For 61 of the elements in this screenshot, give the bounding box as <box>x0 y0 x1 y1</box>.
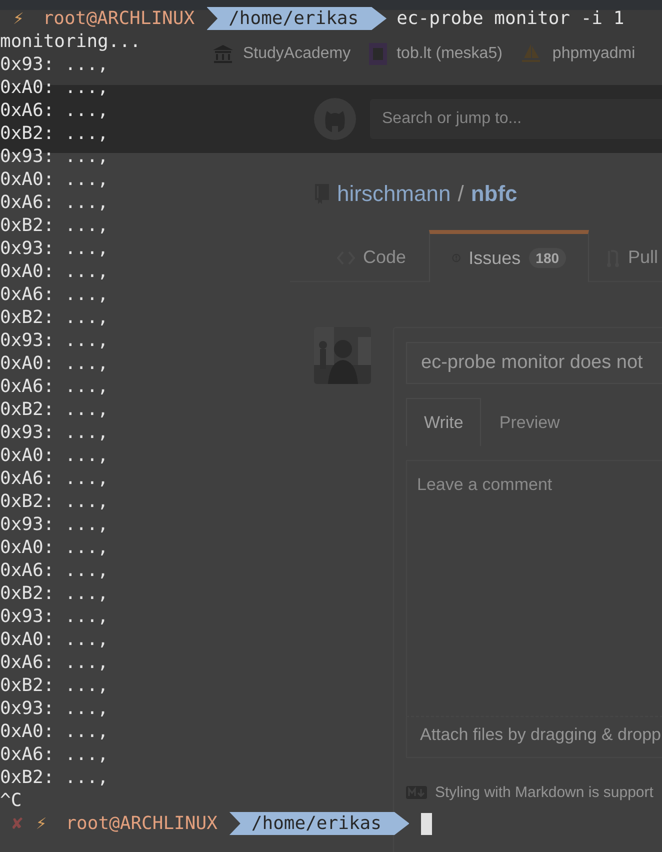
bookmark-link[interactable]: StudyAcademy <box>243 44 351 62</box>
prompt-user: root@ARCHLINUX <box>66 812 218 835</box>
output-line: 0xB2: ..., <box>0 766 108 789</box>
output-line: 0xB2: ..., <box>0 398 108 421</box>
output-line: 0xA6: ..., <box>0 467 108 490</box>
prompt-symbol: ⚡ <box>13 7 24 30</box>
output-line: 0xA6: ..., <box>0 743 108 766</box>
repo-tab[interactable]: Pull <box>589 230 660 281</box>
issue-count: 180 <box>528 248 566 268</box>
output-line: 0xA0: ..., <box>0 260 108 283</box>
output-line: 0xA6: ..., <box>0 559 108 582</box>
output-line: 0x93: ..., <box>0 329 108 352</box>
output-line: 0xA6: ..., <box>0 191 108 214</box>
output-line: 0x93: ..., <box>0 513 108 536</box>
title-field[interactable]: ec-probe monitor does not <box>406 342 662 384</box>
output-line: 0xA0: ..., <box>0 628 108 651</box>
repo-tab[interactable]: Code <box>314 230 430 281</box>
output-line: 0xA0: ..., <box>0 536 108 559</box>
output-line: 0xA0: ..., <box>0 444 108 467</box>
search-field[interactable]: Search or jump to... <box>370 99 662 139</box>
bookmark-link[interactable]: tob.lt (meska5) <box>396 44 502 62</box>
output-line: 0xA6: ..., <box>0 375 108 398</box>
command-text: ec-probe monitor -i 1 <box>396 7 624 30</box>
output-line: 0xA6: ..., <box>0 651 108 674</box>
output-line: 0x93: ..., <box>0 53 108 76</box>
output-line: 0xB2: ..., <box>0 214 108 237</box>
output-line: 0xA6: ..., <box>0 283 108 306</box>
output-line: 0xB2: ..., <box>0 582 108 605</box>
output-line: 0x93: ..., <box>0 605 108 628</box>
output-line: monitoring... <box>0 30 141 53</box>
repo-tab[interactable]: Issues 180 <box>429 230 590 282</box>
prompt-symbol: ⚡ <box>36 812 47 835</box>
path-separator: / <box>458 181 464 207</box>
output-line: ^C <box>0 789 22 812</box>
output-line: 0xB2: ..., <box>0 122 108 145</box>
output-line: 0x93: ..., <box>0 145 108 168</box>
prompt-path: /home/erikas <box>229 812 410 835</box>
output-line: 0xA0: ..., <box>0 352 108 375</box>
repo-name-link[interactable]: nbfc <box>470 181 518 207</box>
bookmark-favicon-icon <box>368 42 387 64</box>
comment-field[interactable]: Leave a comment <box>406 460 662 716</box>
error-mark: ✘ <box>12 812 23 835</box>
markdown-note: Styling with Markdown is support <box>435 784 654 801</box>
output-line: 0x93: ..., <box>0 697 108 720</box>
repo-owner-link[interactable]: hirschmann <box>337 181 451 207</box>
editor-tab[interactable]: Write <box>406 398 482 446</box>
editor-tab[interactable]: Preview <box>481 398 578 446</box>
attach-hint: Attach files by dragging & droppi <box>406 716 662 758</box>
prompt-path: /home/erikas <box>206 7 387 30</box>
prompt-user: root@ARCHLINUX <box>42 7 195 30</box>
bank-icon <box>213 44 233 62</box>
output-line: 0xB2: ..., <box>0 490 108 513</box>
output-line: 0xA0: ..., <box>0 720 108 743</box>
output-line: 0x93: ..., <box>0 421 108 444</box>
bookmark-link[interactable]: phpmyadmi <box>552 44 636 62</box>
output-line: 0xB2: ..., <box>0 306 108 329</box>
output-line: 0xA0: ..., <box>0 168 108 191</box>
output-line: 0x93: ..., <box>0 237 108 260</box>
output-line: 0xA6: ..., <box>0 99 108 122</box>
output-line: 0xB2: ..., <box>0 674 108 697</box>
output-line: 0xA0: ..., <box>0 76 108 99</box>
